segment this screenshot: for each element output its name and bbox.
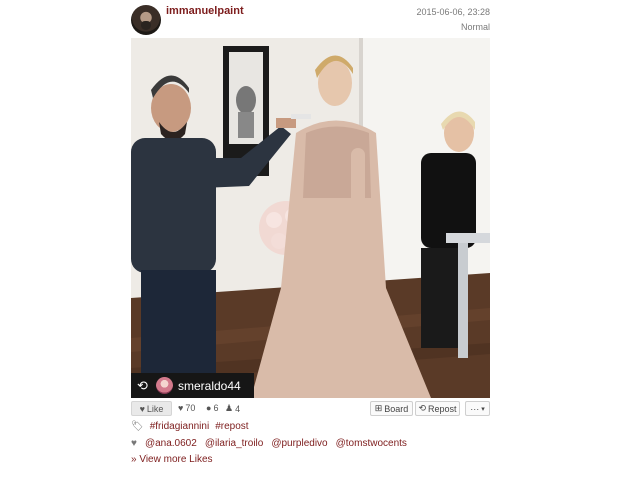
- like-button[interactable]: ♥ Like: [131, 401, 172, 416]
- repost-user-avatar: [156, 377, 173, 394]
- comments-count: ● 6: [206, 403, 218, 413]
- username-link[interactable]: immanuelpaint: [166, 5, 244, 17]
- likers-row: ♥ @ana.0602 @ilaria_troilo @purpledivo @…: [131, 438, 407, 449]
- repost-label: Repost: [428, 403, 457, 414]
- tags-row: 🏷 #fridagiannini #repost: [131, 421, 249, 432]
- liker-link[interactable]: @purpledivo: [271, 438, 327, 449]
- post-photo[interactable]: [131, 38, 490, 398]
- user-avatar[interactable]: [131, 5, 161, 35]
- heart-icon: ♥: [131, 438, 137, 449]
- plus-icon: ⊞: [374, 403, 383, 413]
- likes-count-value: 70: [185, 403, 196, 413]
- tag-link[interactable]: #fridagiannini: [150, 421, 210, 432]
- reposts-count-value: 4: [235, 403, 241, 414]
- like-label: Like: [146, 403, 164, 414]
- post-date: 2015-06-06, 23:28: [416, 7, 490, 17]
- comments-count-value: 6: [213, 403, 219, 413]
- repost-icon: ⟲: [418, 403, 426, 413]
- user-icon: ♟: [225, 403, 234, 413]
- heart-icon: ♥: [178, 403, 184, 413]
- likes-count: ♥ 70: [178, 403, 195, 413]
- liker-link[interactable]: @ana.0602: [145, 438, 197, 449]
- more-label: ···: [470, 403, 480, 414]
- view-more-likes-link[interactable]: » View more Likes: [131, 454, 213, 465]
- repost-username[interactable]: smeraldo44: [178, 379, 241, 393]
- repost-icon: ⟲: [137, 377, 148, 393]
- comment-icon: ●: [206, 403, 212, 413]
- board-label: Board: [384, 403, 409, 414]
- tag-icon: 🏷: [131, 421, 144, 432]
- reposts-count: ♟ 4: [225, 403, 240, 414]
- filter-name: Normal: [460, 22, 490, 32]
- chevron-down-icon: ▾: [481, 405, 485, 413]
- liker-link[interactable]: @ilaria_troilo: [205, 438, 264, 449]
- tag-link[interactable]: #repost: [215, 421, 248, 432]
- repost-badge[interactable]: ⟲ smeraldo44: [131, 373, 254, 398]
- repost-button[interactable]: ⟲ Repost: [415, 401, 460, 416]
- actions-bar: ♥ Like ♥ 70 ● 6 ♟ 4 ⊞ Board ⟲ Repost ···…: [131, 401, 490, 417]
- liker-link[interactable]: @tomstwocents: [336, 438, 407, 449]
- photo-scene: [131, 38, 490, 398]
- heart-icon: ♥: [139, 403, 145, 414]
- more-options-button[interactable]: ··· ▾: [465, 401, 490, 416]
- board-button[interactable]: ⊞ Board: [370, 401, 413, 416]
